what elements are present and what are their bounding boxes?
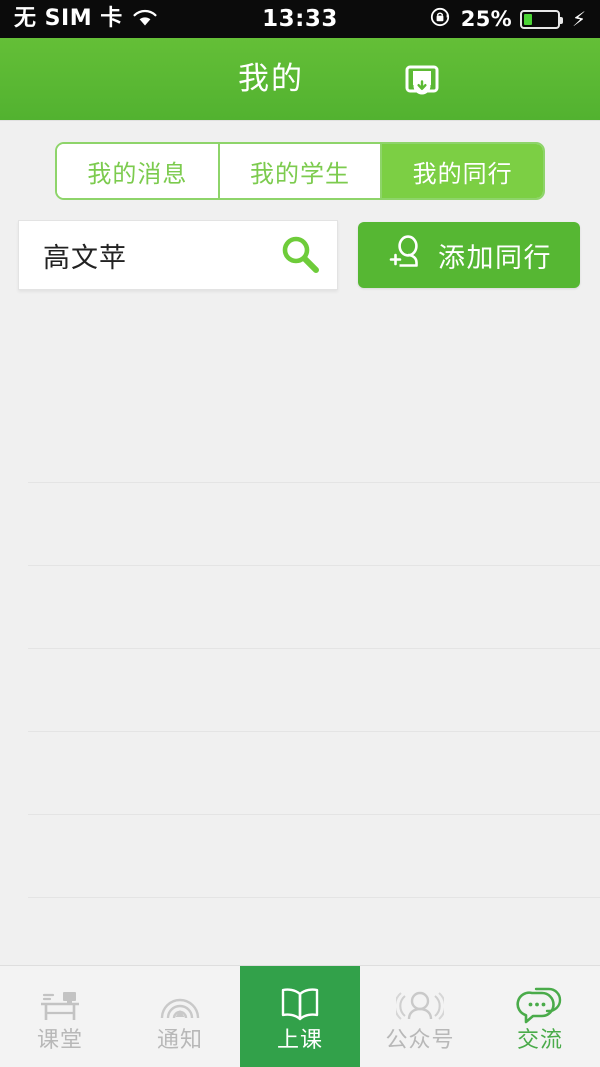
desk-icon <box>37 978 83 1026</box>
carrier-label: 无 SIM 卡 <box>14 6 123 31</box>
nav-item-classroom[interactable]: 课堂 <box>0 966 120 1067</box>
broadcast-icon <box>158 978 202 1026</box>
tab-my-messages[interactable]: 我的消息 <box>57 144 220 198</box>
search-box <box>18 220 338 290</box>
person-broadcast-icon <box>396 978 444 1026</box>
tab-my-students-label: 我的学生 <box>250 159 350 188</box>
add-peer-button-label: 添加同行 <box>438 242 552 274</box>
list-item[interactable] <box>0 732 600 815</box>
peer-list[interactable] <box>0 310 600 981</box>
nav-item-official-account[interactable]: 公众号 <box>360 966 480 1067</box>
tab-my-peers[interactable]: 我的同行 <box>382 144 543 198</box>
battery-percent-label: 25% <box>460 7 512 31</box>
status-bar-left: 无 SIM 卡 <box>14 8 158 31</box>
nav-item-chat[interactable]: 交流 <box>480 966 600 1067</box>
nav-item-classroom-label: 课堂 <box>36 1028 83 1054</box>
tab-my-students[interactable]: 我的学生 <box>219 144 383 198</box>
segmented-control: 我的消息 我的学生 我的同行 <box>55 142 545 200</box>
chat-bubbles-icon <box>516 978 564 1026</box>
nav-item-notice[interactable]: 通知 <box>120 966 240 1067</box>
add-peer-button[interactable]: 添加同行 <box>358 222 580 288</box>
battery-fill <box>523 13 532 25</box>
rotation-lock-icon <box>429 5 453 33</box>
bottom-nav: 课堂 通知 上课 公众号 交流 <box>0 965 600 1067</box>
list-item[interactable] <box>0 400 600 483</box>
nav-item-official-account-label: 公众号 <box>385 1028 455 1054</box>
download-inbox-icon[interactable] <box>400 57 444 101</box>
segment-control-wrapper: 我的消息 我的学生 我的同行 <box>0 142 600 200</box>
open-book-icon <box>275 978 325 1026</box>
tab-my-peers-label: 我的同行 <box>412 159 513 188</box>
nav-item-class[interactable]: 上课 <box>240 966 360 1067</box>
list-item[interactable] <box>0 566 600 649</box>
list-item[interactable] <box>0 483 600 566</box>
battery-icon <box>519 9 563 29</box>
status-bar: 无 SIM 卡 13:33 25% ⚡ <box>0 0 600 38</box>
app-header: 我的 <box>0 38 600 120</box>
search-icon[interactable] <box>277 232 323 278</box>
tab-my-messages-label: 我的消息 <box>87 159 188 188</box>
list-item[interactable] <box>0 815 600 898</box>
page-title: 我的 <box>238 60 304 97</box>
phone-screen: 无 SIM 卡 13:33 25% ⚡ 我的 我的消息 我的学生 我的同行 高文… <box>0 0 600 1067</box>
list-top-spacer <box>0 310 600 400</box>
add-person-icon <box>386 233 426 277</box>
nav-item-notice-label: 通知 <box>156 1028 203 1054</box>
lightning-bolt-icon: ⚡ <box>571 7 586 31</box>
status-bar-right: 25% ⚡ <box>429 5 586 33</box>
search-row: 添加同行 <box>0 220 600 290</box>
wifi-icon <box>132 8 158 31</box>
nav-item-chat-label: 交流 <box>516 1028 563 1054</box>
list-item[interactable] <box>0 649 600 732</box>
nav-item-class-label: 上课 <box>276 1028 323 1054</box>
